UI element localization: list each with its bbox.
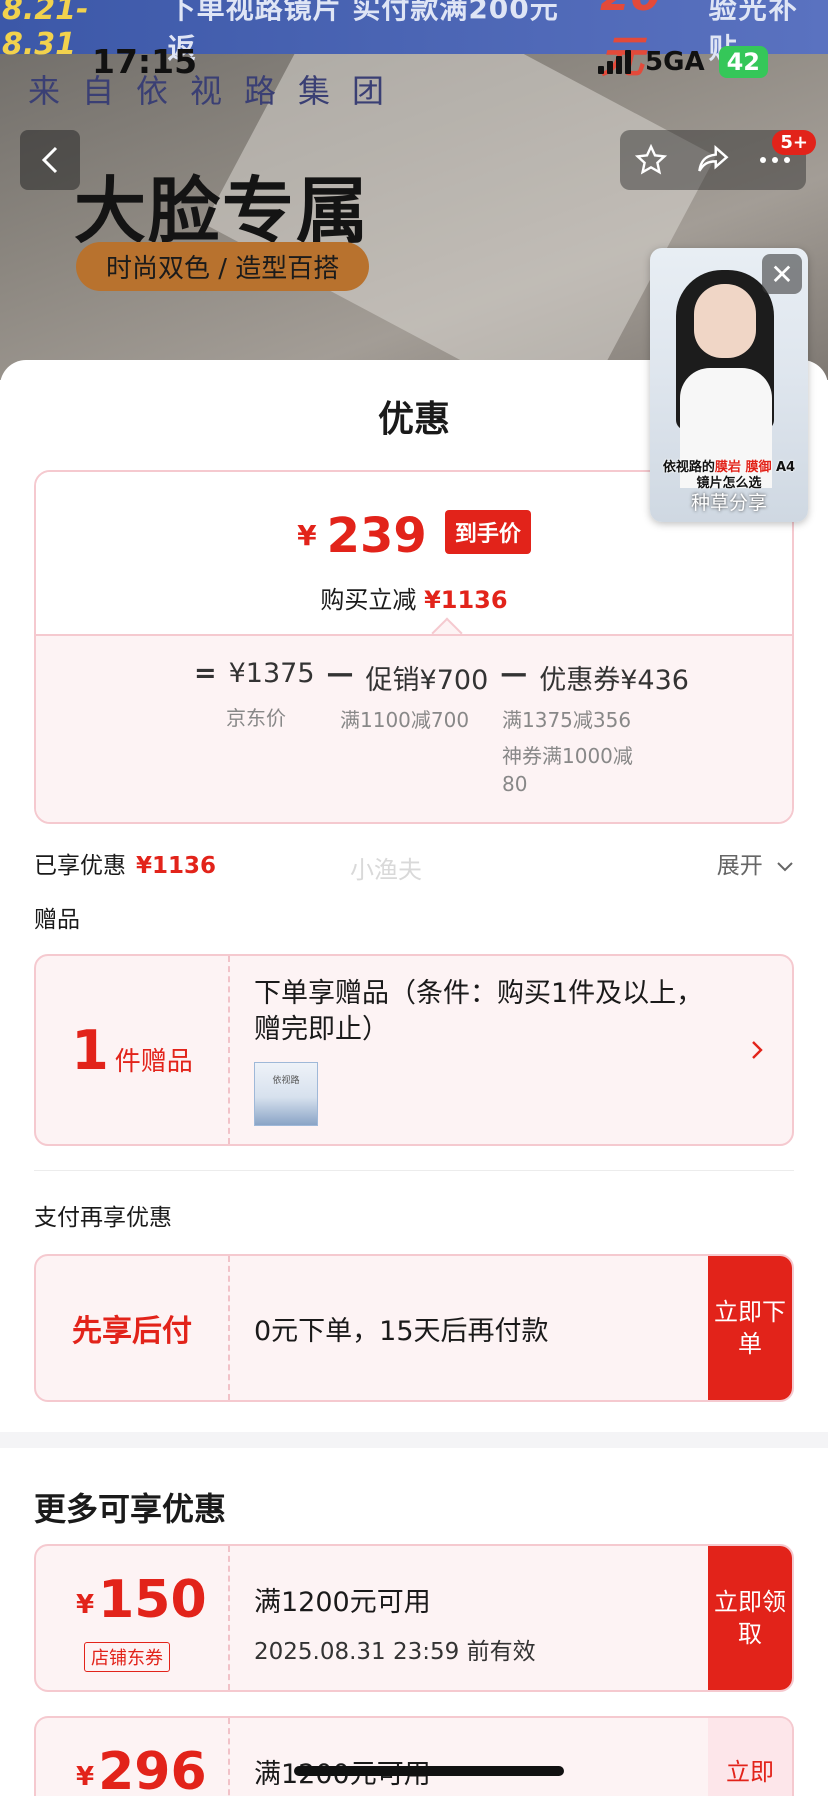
enjoyed-value: ¥1136	[136, 853, 217, 879]
expand-label: 展开	[716, 853, 763, 879]
watermark-text: 小渔夫	[350, 856, 422, 884]
gift-count-area: 1 件赠品	[36, 956, 230, 1144]
minus-sign: —	[326, 658, 354, 689]
coupon-currency: ¥	[76, 1590, 95, 1620]
coupon-condition: 满1200元可用	[254, 1587, 431, 1618]
video-caption-highlight: 膜岩 膜御	[714, 460, 772, 475]
coupon-discount: 优惠券¥436	[539, 665, 689, 696]
claim-coupon-button[interactable]: 立即	[708, 1718, 792, 1796]
coupon-currency: ¥	[76, 1762, 95, 1792]
payment-section-label: 支付再享优惠	[34, 1205, 172, 1231]
final-price-tag: 到手价	[444, 510, 531, 554]
star-icon[interactable]	[634, 144, 667, 176]
network-type: 5GA	[645, 47, 705, 77]
base-price: ¥1375	[228, 658, 315, 689]
share-icon[interactable]	[696, 145, 730, 175]
coupon-card: ¥ 150 店铺东券 满1200元可用 2025.08.31 23:59 前有效…	[34, 1544, 794, 1692]
status-icons: 5GA 42	[598, 46, 768, 78]
section-gap	[0, 1432, 828, 1448]
brand-subtitle: 来自依视路集团	[28, 72, 407, 110]
video-caption-part: 依视路的	[662, 460, 715, 475]
video-share-label: 种草分享	[690, 492, 767, 514]
gift-thumbnail-text: 依视路	[272, 1076, 300, 1086]
gift-unit: 件赠品	[114, 1046, 193, 1077]
claim-coupon-button[interactable]: 立即领取	[708, 1546, 792, 1690]
minus-sign: —	[500, 658, 528, 689]
pay-later-card: 先享后付 0元下单，15天后再付款 立即下单	[34, 1254, 794, 1402]
hero-tag: 时尚双色 / 造型百搭	[76, 242, 370, 291]
price-currency: ¥	[297, 519, 317, 552]
more-icon[interactable]	[759, 155, 791, 165]
saving-label: 购买立减	[320, 586, 417, 614]
battery-icon: 42	[718, 46, 768, 78]
equals-sign: =	[194, 658, 217, 689]
back-button[interactable]	[20, 130, 80, 190]
home-indicator[interactable]	[294, 1766, 564, 1776]
video-caption-part: A4	[775, 460, 796, 475]
price-breakdown-card: ¥ 239 到手价 购买立减 ¥1136 = ¥1375 — 促销¥700 — …	[34, 470, 794, 824]
promo-condition: 满1100减700	[340, 708, 470, 732]
video-presenter-face	[694, 284, 756, 358]
chevron-right-icon	[750, 1038, 764, 1068]
super-coupon-condition: 神券满1000减	[502, 744, 633, 768]
gift-description: 下单享赠品（条件：购买1件及以上，赠完即止）	[254, 978, 704, 1045]
enjoyed-discount: 已享优惠 ¥1136	[34, 846, 216, 880]
signal-icon	[598, 50, 632, 74]
chevron-left-icon	[41, 146, 58, 174]
promo-discount: 促销¥700	[365, 665, 489, 696]
promo-text: 下单视路镜片 实付款满200元 返	[167, 0, 559, 65]
super-coupon-amount: 80	[502, 772, 528, 796]
expand-toggle[interactable]: 展开	[717, 846, 794, 880]
more-offers-title: 更多可享优惠	[34, 1490, 227, 1528]
pay-later-desc: 0元下单，15天后再付款	[254, 1315, 549, 1347]
coupon-amount: 296	[98, 1742, 207, 1796]
chevron-down-icon	[777, 862, 793, 872]
order-now-button[interactable]: 立即下单	[708, 1256, 792, 1400]
coupon-amount: 150	[98, 1570, 207, 1630]
close-icon[interactable]: ✕	[762, 254, 802, 294]
pay-later-name: 先享后付	[36, 1256, 230, 1400]
coupon-type-tag: 店铺东券	[84, 1642, 170, 1672]
message-badge: 5+	[772, 130, 816, 155]
gift-count: 1	[71, 1018, 109, 1082]
section-divider	[34, 1170, 794, 1171]
saving-value: ¥1136	[424, 586, 508, 614]
discount-sheet: 优惠 ¥ 239 到手价 购买立减 ¥1136 = ¥1375 — 促销¥700…	[0, 360, 828, 1796]
coupon-validity: 2025.08.31 23:59 前有效	[254, 1639, 536, 1665]
coupon-amount-area: ¥ 296	[36, 1718, 230, 1796]
price-formula: = ¥1375 — 促销¥700 — 优惠券¥436 京东价 满1100减700…	[36, 634, 792, 822]
coupon-amount-area: ¥ 150 店铺东券	[36, 1546, 230, 1690]
saving-line: 购买立减 ¥1136	[36, 580, 792, 615]
coupon-card: ¥ 296 满1200元可用 立即	[34, 1716, 794, 1796]
gift-thumbnail: 依视路	[254, 1062, 318, 1126]
base-price-label: 京东价	[226, 706, 286, 730]
gift-section-label: 赠品	[34, 907, 80, 933]
floating-video-player[interactable]: ✕ 依视路的膜岩 膜御 A4 镜片怎么选 种草分享	[650, 248, 808, 522]
coupon-condition: 满1375减356	[502, 708, 632, 732]
final-price: 239	[326, 508, 427, 564]
enjoyed-label: 已享优惠	[34, 853, 126, 879]
gift-card[interactable]: 1 件赠品 下单享赠品（条件：购买1件及以上，赠完即止） 依视路	[34, 954, 794, 1146]
